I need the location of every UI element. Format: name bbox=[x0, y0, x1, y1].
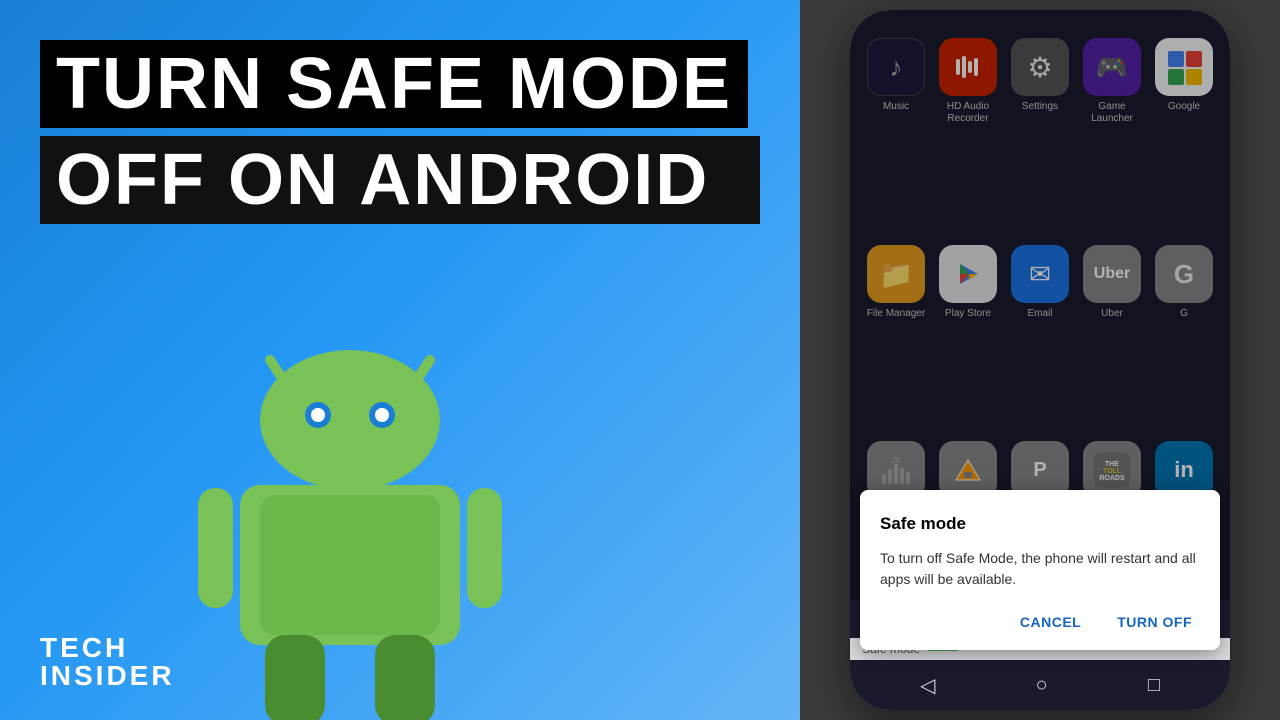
right-panel: ♪ Music HD Audio Recorder bbox=[800, 0, 1280, 720]
brand-insider: INSIDER bbox=[40, 662, 175, 690]
turn-off-button[interactable]: Turn off bbox=[1109, 610, 1200, 634]
back-button[interactable]: ◁ bbox=[920, 673, 935, 698]
brand-tech: TECH bbox=[40, 634, 175, 662]
title-text-2: OFF ON ANDROID bbox=[56, 144, 744, 216]
title-line2: OFF ON ANDROID bbox=[40, 136, 760, 224]
dialog-title: Safe mode bbox=[880, 514, 1200, 534]
recent-apps-button[interactable]: □ bbox=[1148, 674, 1160, 697]
cancel-button[interactable]: Cancel bbox=[1012, 610, 1089, 634]
phone-screen: ♪ Music HD Audio Recorder bbox=[850, 10, 1230, 710]
title-line1: TURN SAFE MODE bbox=[40, 40, 748, 128]
phone-mockup: ♪ Music HD Audio Recorder bbox=[850, 10, 1230, 710]
tech-insider-logo: TECH INSIDER bbox=[40, 634, 175, 690]
dialog-message: To turn off Safe Mode, the phone will re… bbox=[880, 548, 1200, 590]
left-panel: TURN SAFE MODE OFF ON ANDROID bbox=[0, 0, 800, 720]
safe-mode-dialog: Safe mode To turn off Safe Mode, the pho… bbox=[860, 490, 1220, 650]
title-text-1: TURN SAFE MODE bbox=[56, 48, 732, 120]
android-robot bbox=[170, 320, 530, 720]
home-button[interactable]: ○ bbox=[1036, 674, 1048, 697]
title-container: TURN SAFE MODE OFF ON ANDROID bbox=[40, 40, 760, 224]
dialog-buttons: Cancel Turn off bbox=[880, 610, 1200, 634]
navigation-bar: ◁ ○ □ bbox=[850, 660, 1230, 710]
